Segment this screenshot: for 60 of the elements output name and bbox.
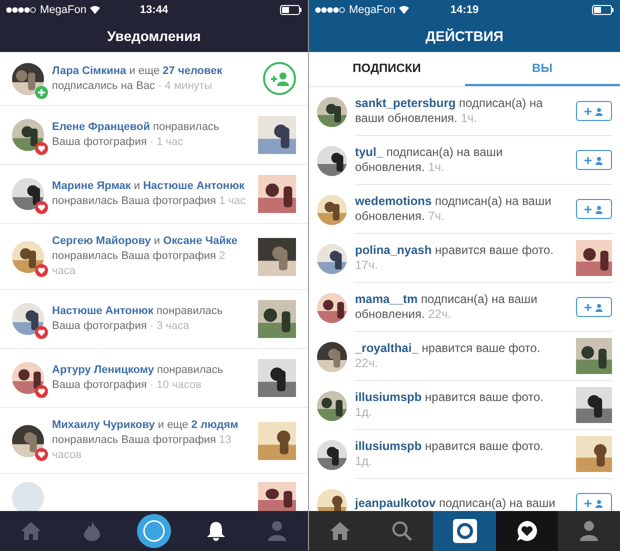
notification-text: Артуру Леницкому понравилась Ваша фотография · 10 часов	[52, 363, 224, 393]
activity-text: sankt_petersburg подписан(а) на ваши обновления. 1ч.	[355, 96, 544, 126]
add-person-icon	[584, 106, 604, 116]
notification-text: Михаилу Чурикову и еще 2 людям понравилась Ваша фотография 13 часов	[52, 418, 240, 463]
carrier-name: MegaFon	[40, 2, 86, 18]
add-person-icon	[584, 204, 604, 214]
flame-icon[interactable]	[84, 521, 100, 541]
screen-title: ДЕЙСТВИЯ	[426, 26, 504, 46]
search-icon[interactable]	[392, 521, 412, 541]
activity-text: jeanpaulkotov подписан(а) на ваши	[355, 496, 556, 510]
bell-icon[interactable]	[206, 521, 225, 541]
follow-button[interactable]	[576, 101, 612, 121]
avatar-placeholder-icon	[12, 482, 44, 511]
heart-badge-icon	[35, 264, 48, 276]
camera-button[interactable]	[433, 511, 496, 551]
activity-text: mama__tm подписан(а) на ваши обновления. 22ч.	[355, 292, 538, 322]
activity-text: illusiumspb нравится ваше фото. 1д.	[355, 439, 544, 469]
heart-badge-icon	[35, 142, 48, 155]
add-person-icon	[584, 498, 604, 508]
wifi-icon	[399, 6, 410, 14]
ring-icon	[142, 520, 165, 542]
person-icon[interactable]	[268, 521, 286, 541]
notification-text: Елене Францевой понравилась Ваша фотография · 1 час	[52, 120, 220, 150]
battery-icon	[280, 5, 302, 15]
notification-text: Марине Ярмак и Настюше Антонюк понравилась Ваша фотография 1 час	[52, 179, 247, 209]
heart-bubble-icon[interactable]	[516, 520, 538, 542]
activity-text: wedemotions подписан(а) на ваши обновления. 7ч.	[355, 194, 552, 224]
heart-badge-icon	[35, 385, 48, 398]
follow-button[interactable]	[576, 199, 612, 219]
tab[interactable]: ПОДПИСКИ	[309, 52, 464, 86]
activity-text: polina_nyash нравится ваше фото. 17ч.	[355, 243, 554, 273]
signal-icon	[6, 7, 36, 13]
follow-button[interactable]	[263, 62, 296, 95]
follow-button[interactable]	[576, 150, 612, 170]
battery-icon	[592, 5, 614, 15]
notification-text: Настюше Антонюк понравилась Ваша фотография · 3 часа	[52, 304, 224, 334]
activity-text: illusiumspb нравится ваше фото. 1д.	[355, 390, 544, 420]
add-person-icon	[270, 72, 288, 86]
add-person-icon	[584, 302, 604, 312]
heart-badge-icon	[35, 326, 48, 339]
plus-badge-icon	[35, 86, 48, 98]
wifi-icon	[90, 6, 100, 14]
activity-text: tyul_ подписан(а) на ваши обновления. 1ч.	[355, 145, 504, 175]
signal-icon	[315, 7, 345, 13]
status-time: 13:44	[140, 2, 168, 18]
notification-text: Лара Сімкина и еще 27 человек подписались на Вас · 4 минуты	[52, 64, 224, 94]
camera-button[interactable]	[136, 514, 171, 548]
screen-title: Уведомления	[107, 26, 201, 46]
add-person-icon	[584, 156, 604, 164]
activity-text: _royalthai_ нравится ваше фото. 22ч.	[355, 341, 542, 371]
camera-icon	[452, 519, 476, 543]
heart-badge-icon	[35, 201, 48, 214]
carrier-name: MegaFon	[349, 2, 396, 18]
person-icon[interactable]	[580, 521, 598, 541]
follow-button[interactable]	[576, 297, 612, 317]
home-icon[interactable]	[330, 522, 350, 540]
notification-text: Сергею Майорову и Оксане Чайке понравилась Ваша фотография 2 часа	[52, 234, 238, 279]
heart-badge-icon	[35, 448, 48, 460]
home-icon[interactable]	[20, 522, 41, 540]
status-time: 14:19	[450, 2, 479, 18]
